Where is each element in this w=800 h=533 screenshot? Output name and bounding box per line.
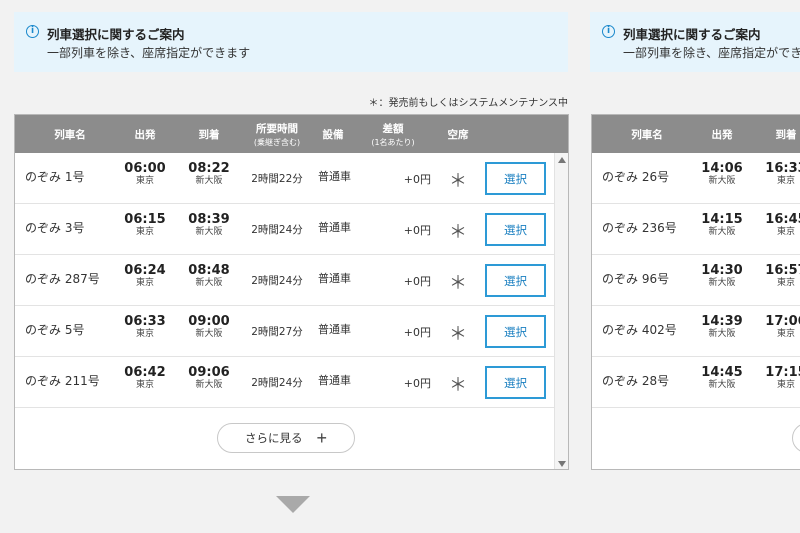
show-more-button[interactable]: さらに見る + bbox=[217, 423, 355, 453]
header-depart: 出発 bbox=[134, 128, 156, 141]
arrive-time: 17:15東京 bbox=[765, 365, 800, 391]
vacancy-mark: ＊ bbox=[449, 171, 467, 192]
table-row: のぞみ 287号 06:24 東京 08:48 新大阪 2時間24分 普通車 +0円… bbox=[15, 255, 568, 306]
train-name: のぞみ 1号 bbox=[25, 170, 85, 184]
select-button[interactable]: 選択 bbox=[485, 213, 546, 246]
depart-time: 06:24 東京 bbox=[124, 263, 166, 289]
down-arrow-icon bbox=[276, 496, 310, 513]
depart-time: 14:39 新大阪 bbox=[701, 314, 743, 340]
arrive-time: 16:57東京 bbox=[765, 263, 800, 289]
select-button[interactable]: 選択 bbox=[485, 315, 546, 348]
train-rows: のぞみ 1号 06:00 東京 08:22 新大阪 2時間22分 普通車 +0円 ＊… bbox=[15, 153, 568, 408]
scrollbar[interactable] bbox=[554, 153, 568, 469]
arrive-time: 08:48 新大阪 bbox=[188, 263, 230, 289]
scroll-down-arrow-icon[interactable] bbox=[558, 461, 566, 467]
arrive-time: 16:33東京 bbox=[765, 161, 800, 187]
price-diff: +0円 bbox=[403, 224, 431, 237]
table-row: のぞみ 211号 06:42 東京 09:06 新大阪 2時間24分 普通車 +0円… bbox=[15, 357, 568, 408]
table-row: のぞみ 26号 14:06新大阪 16:33東京 bbox=[592, 153, 800, 204]
table-header: 列車名 出発 到着 bbox=[592, 115, 800, 153]
train-name: のぞみ 287号 bbox=[25, 272, 100, 286]
notice-banner: i 列車選択に関するご案内 一部列車を除き、座席指定ができます bbox=[14, 12, 568, 72]
price-diff: +0円 bbox=[403, 275, 431, 288]
facility: 普通車 bbox=[318, 170, 351, 183]
header-duration: 所要時間 (乗継ぎ含む) bbox=[253, 122, 301, 147]
scroll-up-arrow-icon[interactable] bbox=[558, 157, 566, 163]
facility: 普通車 bbox=[318, 374, 351, 387]
table-row: のぞみ 5号 06:33 東京 09:00 新大阪 2時間27分 普通車 +0円 ＊… bbox=[15, 306, 568, 357]
notice-subtitle: 一部列車を除き、座席指定ができます bbox=[623, 46, 800, 60]
arrive-time: 09:00 新大阪 bbox=[188, 314, 230, 340]
arrive-time: 09:06 新大阪 bbox=[188, 365, 230, 391]
vacancy-mark: ＊ bbox=[449, 222, 467, 243]
select-button[interactable]: 選択 bbox=[485, 264, 546, 297]
return-train-list: 列車名 出発 到着 のぞみ 26号 14:06新大阪 16:33東京 のぞみ 2… bbox=[591, 114, 800, 470]
train-name: のぞみ 28号 bbox=[602, 374, 670, 388]
depart-time: 06:15 東京 bbox=[124, 212, 166, 238]
duration: 2時間24分 bbox=[251, 275, 303, 287]
depart-time: 14:30 新大阪 bbox=[701, 263, 743, 289]
duration: 2時間24分 bbox=[251, 377, 303, 389]
show-more-label: さらに見る bbox=[244, 433, 303, 445]
header-arrive: 到着 bbox=[775, 128, 797, 141]
arrive-time: 16:45東京 bbox=[765, 212, 800, 238]
vacancy-mark: ＊ bbox=[449, 273, 467, 294]
select-button[interactable]: 選択 bbox=[485, 162, 546, 195]
notice-banner-right: i 列車選択に関するご案内 一部列車を除き、座席指定ができます bbox=[590, 12, 800, 72]
header-diff: 差額 (1名あたり) bbox=[371, 122, 415, 147]
train-name: のぞみ 26号 bbox=[602, 170, 670, 184]
train-name: のぞみ 5号 bbox=[25, 323, 85, 337]
show-more-button[interactable] bbox=[792, 423, 800, 453]
header-vacancy: 空席 bbox=[447, 128, 469, 141]
depart-time: 06:33 東京 bbox=[124, 314, 166, 340]
notice-title: 列車選択に関するご案内 bbox=[623, 27, 761, 42]
header-facility: 設備 bbox=[322, 128, 344, 141]
table-row: のぞみ 28号 14:45新大阪 17:15東京 bbox=[592, 357, 800, 408]
arrive-time: 08:39 新大阪 bbox=[188, 212, 230, 238]
header-depart: 出発 bbox=[711, 128, 733, 141]
info-icon: i bbox=[602, 25, 615, 38]
header-train-name: 列車名 bbox=[54, 128, 86, 141]
table-row: のぞみ 96号 14:30新大阪 16:57東京 bbox=[592, 255, 800, 306]
table-header: 列車名 出発 到着 所要時間 (乗継ぎ含む) 設備 差額 (1名あたり) 空席 bbox=[15, 115, 568, 153]
table-row: のぞみ 236号 14:15新大阪 16:45東京 bbox=[592, 204, 800, 255]
train-name: のぞみ 96号 bbox=[602, 272, 670, 286]
notice-title: 列車選択に関するご案内 bbox=[47, 27, 185, 42]
table-row: のぞみ 3号 06:15 東京 08:39 新大阪 2時間24分 普通車 +0円 ＊… bbox=[15, 204, 568, 255]
footnote: ＊：発売前もしくはシステムメンテナンス中 bbox=[368, 98, 569, 109]
facility: 普通車 bbox=[318, 221, 351, 234]
train-name: のぞみ 236号 bbox=[602, 221, 677, 235]
table-row: のぞみ 1号 06:00 東京 08:22 新大阪 2時間22分 普通車 +0円 ＊… bbox=[15, 153, 568, 204]
select-button[interactable]: 選択 bbox=[485, 366, 546, 399]
train-name: のぞみ 211号 bbox=[25, 374, 100, 388]
notice-subtitle: 一部列車を除き、座席指定ができます bbox=[47, 46, 251, 60]
price-diff: +0円 bbox=[403, 326, 431, 339]
price-diff: +0円 bbox=[403, 377, 431, 390]
arrive-time: 08:22 新大阪 bbox=[188, 161, 230, 187]
duration: 2時間27分 bbox=[251, 326, 303, 338]
train-name: のぞみ 3号 bbox=[25, 221, 85, 235]
facility: 普通車 bbox=[318, 272, 351, 285]
header-train-name: 列車名 bbox=[631, 128, 663, 141]
depart-time: 06:00 東京 bbox=[124, 161, 166, 187]
depart-time: 06:42 東京 bbox=[124, 365, 166, 391]
plus-icon: + bbox=[316, 428, 327, 448]
facility: 普通車 bbox=[318, 323, 351, 336]
price-diff: +0円 bbox=[403, 173, 431, 186]
outbound-train-list: 列車名 出発 到着 所要時間 (乗継ぎ含む) 設備 差額 (1名あたり) 空席 のぞ… bbox=[14, 114, 569, 470]
train-name: のぞみ 402号 bbox=[602, 323, 677, 337]
info-icon: i bbox=[26, 25, 39, 38]
table-row: のぞみ 402号 14:39新大阪 17:06東京 bbox=[592, 306, 800, 357]
vacancy-mark: ＊ bbox=[449, 375, 467, 396]
vacancy-mark: ＊ bbox=[449, 324, 467, 345]
duration: 2時間24分 bbox=[251, 224, 303, 236]
header-arrive: 到着 bbox=[198, 128, 220, 141]
train-rows: のぞみ 26号 14:06新大阪 16:33東京 のぞみ 236号 14:15新… bbox=[592, 153, 800, 408]
arrive-time: 17:06東京 bbox=[765, 314, 800, 340]
train-selection-screen: i 列車選択に関するご案内 一部列車を除き、座席指定ができます i 列車選択に関… bbox=[0, 0, 800, 533]
duration: 2時間22分 bbox=[251, 173, 303, 185]
depart-time: 14:15 新大阪 bbox=[701, 212, 743, 238]
depart-time: 14:06 新大阪 bbox=[701, 161, 743, 187]
depart-time: 14:45 新大阪 bbox=[701, 365, 743, 391]
